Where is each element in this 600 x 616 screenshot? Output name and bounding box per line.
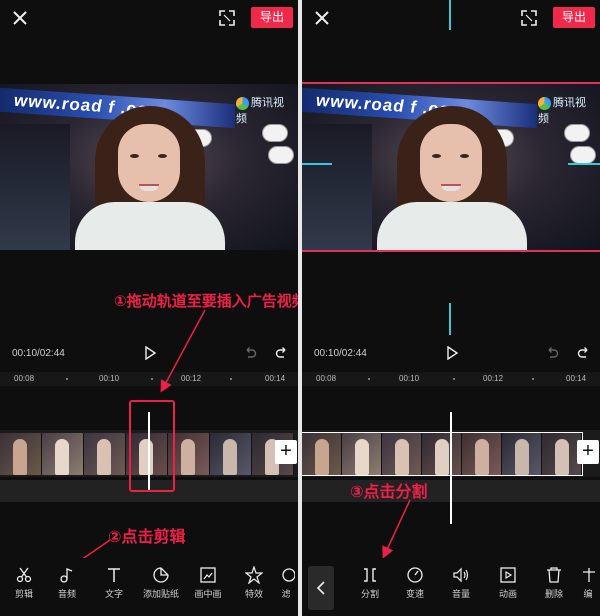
text-icon bbox=[108, 568, 120, 582]
tool-sticker[interactable]: 添加贴纸 bbox=[139, 566, 183, 600]
bottom-toolbar: 分割 变速 音量 动画 删除 编 bbox=[338, 558, 600, 616]
speed-icon bbox=[407, 567, 423, 583]
editor-panel-right: 导出 www.road f .com 腾讯视频 00:10/02:44 00:0… bbox=[302, 0, 600, 616]
tool-label: 画中画 bbox=[194, 589, 222, 599]
tool-label: 特效 bbox=[244, 589, 263, 599]
tool-label: 音频 bbox=[57, 589, 76, 599]
tool-label: 滤 bbox=[281, 589, 291, 599]
tool-filter[interactable]: 滤 bbox=[274, 566, 298, 600]
tool-label: 变速 bbox=[405, 589, 424, 599]
tool-volume[interactable]: 音量 bbox=[439, 566, 483, 600]
tool-effects[interactable]: 特效 bbox=[232, 566, 276, 600]
tool-label: 剪辑 bbox=[14, 589, 33, 599]
tool-edit[interactable]: 剪辑 bbox=[2, 566, 46, 600]
edit-icon bbox=[583, 568, 595, 582]
music-note-icon bbox=[60, 568, 73, 583]
tool-speed[interactable]: 变速 bbox=[393, 566, 437, 600]
effects-icon bbox=[245, 566, 263, 584]
back-button[interactable] bbox=[308, 566, 334, 610]
chevron-left-icon bbox=[316, 581, 325, 595]
tool-label: 动画 bbox=[498, 589, 517, 599]
tool-text[interactable]: 文字 bbox=[92, 566, 136, 600]
tool-label: 文字 bbox=[104, 589, 123, 599]
tool-label: 删除 bbox=[544, 589, 563, 599]
tool-audio[interactable]: 音频 bbox=[45, 566, 89, 600]
animation-icon bbox=[500, 567, 516, 583]
annotation-arrows bbox=[382, 499, 411, 559]
scissors-icon bbox=[16, 567, 32, 583]
tool-animation[interactable]: 动画 bbox=[486, 566, 530, 600]
volume-icon bbox=[453, 567, 469, 583]
sticker-icon bbox=[153, 567, 169, 583]
tool-edit-more[interactable]: 编 bbox=[576, 566, 600, 600]
tool-label: 音量 bbox=[451, 589, 470, 599]
tool-label: 分割 bbox=[360, 589, 379, 599]
picture-in-picture-icon bbox=[200, 567, 216, 583]
tool-label: 编 bbox=[583, 589, 593, 599]
editor-panel-left: 导出 www.road f .com 腾讯视频 ①拖动轨道至要插入广告视频的位置… bbox=[0, 0, 298, 616]
annotation-arrows bbox=[49, 309, 206, 582]
bottom-toolbar: 剪辑 音频 文字 添加贴纸 画中画 特效 滤 bbox=[0, 558, 298, 616]
split-icon bbox=[364, 568, 376, 582]
tool-split[interactable]: 分割 bbox=[348, 566, 392, 600]
filter-icon bbox=[282, 568, 295, 582]
tool-delete[interactable]: 删除 bbox=[532, 566, 576, 600]
delete-icon bbox=[547, 567, 561, 583]
tool-label: 添加贴纸 bbox=[142, 589, 179, 599]
tool-pip[interactable]: 画中画 bbox=[186, 566, 230, 600]
